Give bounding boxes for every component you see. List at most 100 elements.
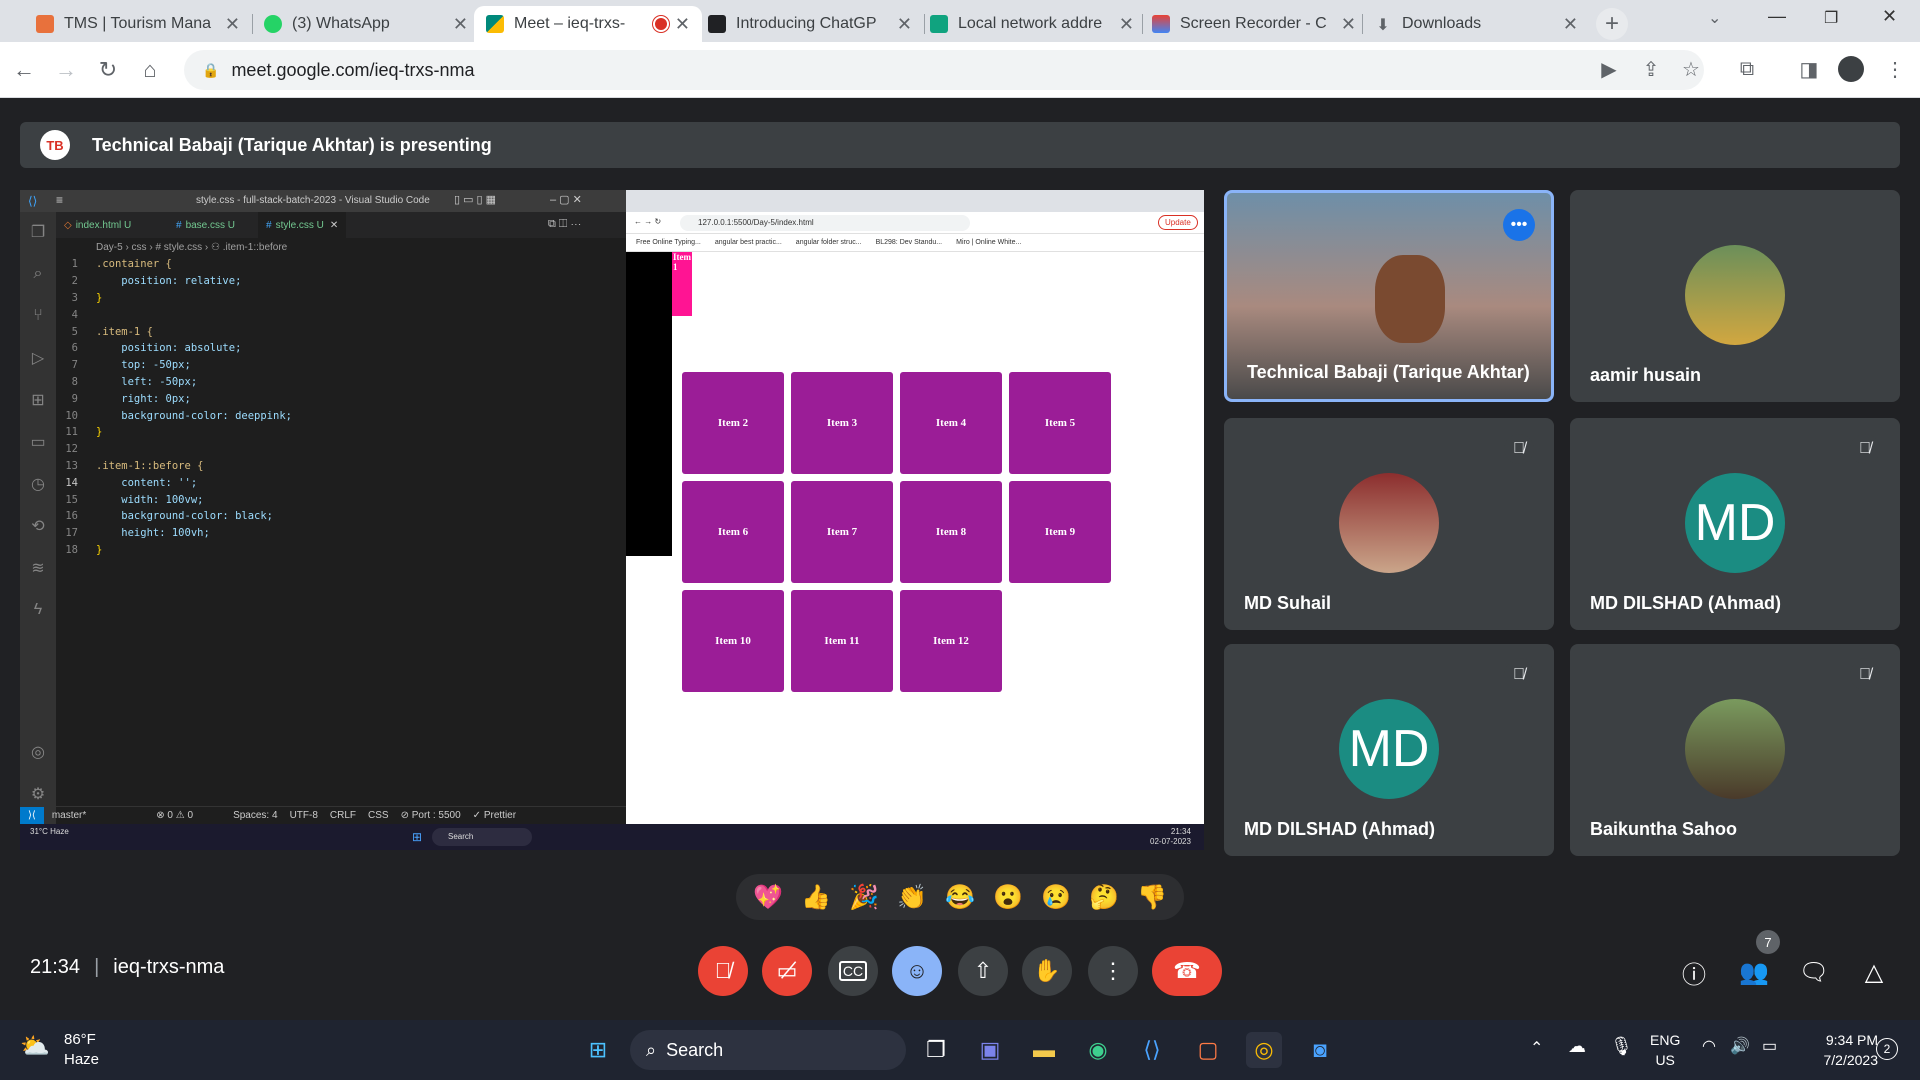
window-close-button[interactable]: ✕ (1882, 6, 1897, 27)
reaction-party[interactable]: 🎉 (849, 883, 879, 912)
participant-tile-presenter[interactable]: ••• Technical Babaji (Tarique Akhtar) (1224, 190, 1554, 402)
microphone-icon[interactable]: 🎙 (1610, 1036, 1633, 1057)
menu-kebab-icon[interactable]: ⋮ (1882, 56, 1908, 82)
window-controls[interactable]: – ▢ ✕ (550, 193, 582, 206)
reaction-clap[interactable]: 👏 (897, 883, 927, 912)
mic-toggle-button[interactable]: 🎙̸ (698, 946, 748, 996)
editor-actions[interactable]: ⧉ ◫ ⋯ (548, 218, 581, 231)
meeting-details-icon[interactable]: ⓘ (1678, 956, 1710, 989)
tab-downloads[interactable]: ⬇ Downloads ✕ (1362, 6, 1590, 42)
close-icon[interactable]: ✕ (1341, 14, 1356, 35)
search-icon[interactable]: ⌕ (28, 264, 48, 284)
close-icon[interactable]: ✕ (1563, 14, 1578, 35)
camera-app-icon[interactable]: ◙ (1302, 1032, 1338, 1068)
reaction-thumbs-up[interactable]: 👍 (801, 883, 831, 912)
teams-icon[interactable]: ▣ (972, 1032, 1008, 1068)
chrome-icon[interactable]: ◎ (1246, 1032, 1282, 1068)
raise-hand-button[interactable]: ✋ (1022, 946, 1072, 996)
language-indicator[interactable]: ENG US (1650, 1030, 1680, 1070)
lightning-icon[interactable]: ϟ (28, 600, 48, 620)
live-share-icon[interactable]: ⟲ (28, 516, 48, 536)
timeline-icon[interactable]: ◷ (28, 474, 48, 494)
volume-icon[interactable]: 🔊 (1730, 1036, 1750, 1056)
remote-icon[interactable]: ⟩⟨ (20, 806, 44, 825)
new-tab-button[interactable]: + (1596, 8, 1628, 40)
reaction-surprised[interactable]: 😮 (993, 883, 1023, 912)
restore-button[interactable]: ❐ (1824, 8, 1838, 28)
postman-icon[interactable]: ▢ (1190, 1032, 1226, 1068)
participant-tile[interactable]: 🎙̸ MD Suhail (1224, 418, 1554, 630)
account-icon[interactable]: ◎ (28, 742, 48, 762)
indent-indicator[interactable]: Spaces: 4 (233, 810, 277, 821)
weather-icon[interactable]: ⛅ (20, 1032, 56, 1068)
settings-gear-icon[interactable]: ⚙ (28, 784, 48, 804)
forward-button[interactable]: → (50, 54, 82, 86)
activities-icon[interactable]: △ (1858, 956, 1890, 988)
reload-button[interactable]: ↻ (92, 54, 124, 86)
captions-button[interactable]: CC (828, 946, 878, 996)
close-icon[interactable]: ✕ (897, 14, 912, 35)
people-icon[interactable]: 👥 (1738, 956, 1770, 988)
tab-index-html[interactable]: ◇ index.html U (56, 212, 139, 238)
tab-style-css[interactable]: # style.css U ✕ (258, 212, 347, 238)
participant-tile[interactable]: 🎙̸ MD MD DILSHAD (Ahmad) (1570, 418, 1900, 630)
notification-badge[interactable]: 2 (1876, 1038, 1898, 1060)
sidepanel-icon[interactable]: ◨ (1796, 56, 1822, 82)
layout-icon[interactable]: ▯ ▭ ▯ ▦ (454, 193, 496, 206)
tab-screen-recorder[interactable]: Screen Recorder - C ✕ (1140, 6, 1368, 42)
code-editor[interactable]: 1 .container { 2 position: relative; 3} 4… (56, 256, 616, 656)
eol-indicator[interactable]: CRLF (330, 810, 356, 821)
more-options-button[interactable]: ⋮ (1088, 946, 1138, 996)
branch-indicator[interactable]: master* (52, 810, 86, 821)
file-explorer-icon[interactable]: ▬ (1026, 1032, 1062, 1068)
reactions-button[interactable]: ☺ (892, 946, 942, 996)
live-server-indicator[interactable]: ⊘ Port : 5500 (401, 810, 461, 821)
camera-toggle-button[interactable]: ▭̸ (762, 946, 812, 996)
participant-tile[interactable]: 🎙̸ MD MD DILSHAD (Ahmad) (1224, 644, 1554, 856)
start-icon[interactable]: ⊞ (580, 1032, 616, 1068)
close-icon[interactable]: ✕ (675, 14, 690, 35)
encoding-indicator[interactable]: UTF-8 (290, 810, 318, 821)
battery-icon[interactable]: ▭ (1762, 1036, 1777, 1056)
leave-call-button[interactable]: ☎ (1152, 946, 1222, 996)
more-options-icon[interactable]: ••• (1503, 209, 1535, 241)
taskbar-search[interactable]: ⌕ Search (630, 1030, 906, 1070)
close-icon[interactable]: ✕ (453, 14, 468, 35)
remote-explorer-icon[interactable]: ▭ (28, 432, 48, 452)
source-control-icon[interactable]: ⑂ (28, 306, 48, 326)
vscode-icon[interactable]: ⟨⟩ (1134, 1032, 1170, 1068)
reaction-heart[interactable]: 💖 (753, 883, 783, 912)
participant-tile[interactable]: aamir husain (1570, 190, 1900, 402)
tab-chatgpt[interactable]: Introducing ChatGP ✕ (696, 6, 924, 42)
tab-local-network[interactable]: Local network addre ✕ (918, 6, 1146, 42)
explorer-icon[interactable]: ❐ (28, 222, 48, 242)
extensions-icon[interactable]: ⧉ (1734, 56, 1760, 82)
docker-icon[interactable]: ≋ (28, 558, 48, 578)
chevron-up-icon[interactable]: ⌃ (1530, 1038, 1543, 1058)
minimize-button[interactable]: — (1768, 6, 1786, 27)
share-icon[interactable]: ⇪ (1638, 56, 1664, 82)
close-icon[interactable]: ✕ (1119, 14, 1134, 35)
chevron-down-icon[interactable]: ⌄ (1708, 8, 1721, 28)
extensions-icon[interactable]: ⊞ (28, 390, 48, 410)
chat-icon[interactable]: 🗨 (1798, 956, 1830, 988)
reaction-thumbs-down[interactable]: 👎 (1137, 883, 1167, 912)
reaction-thinking[interactable]: 🤔 (1089, 883, 1119, 912)
tab-tms[interactable]: TMS | Tourism Mana ✕ (24, 6, 252, 42)
reaction-sad[interactable]: 😢 (1041, 883, 1071, 912)
weather-widget[interactable]: 86°F Haze (64, 1030, 99, 1070)
task-view-icon[interactable]: ❐ (918, 1032, 954, 1068)
camera-icon[interactable]: ▶ (1596, 56, 1622, 82)
home-button[interactable]: ⌂ (134, 54, 166, 86)
edge-icon[interactable]: ◉ (1080, 1032, 1116, 1068)
cloud-icon[interactable]: ☁ (1568, 1036, 1586, 1057)
tab-base-css[interactable]: # base.css U (168, 212, 243, 238)
star-icon[interactable]: ☆ (1678, 56, 1704, 82)
present-button[interactable]: ⇧ (958, 946, 1008, 996)
run-debug-icon[interactable]: ▷ (28, 348, 48, 368)
clock[interactable]: 9:34 PM 7/2/2023 (1798, 1030, 1879, 1070)
tab-meet[interactable]: Meet – ieq-trxs- ✕ (474, 6, 702, 42)
breadcrumb[interactable]: Day-5 › css › # style.css › ⚇ .item-1::b… (56, 238, 626, 256)
problems-indicator[interactable]: ⊗ 0 ⚠ 0 (156, 810, 193, 821)
profile-avatar[interactable] (1838, 56, 1864, 82)
